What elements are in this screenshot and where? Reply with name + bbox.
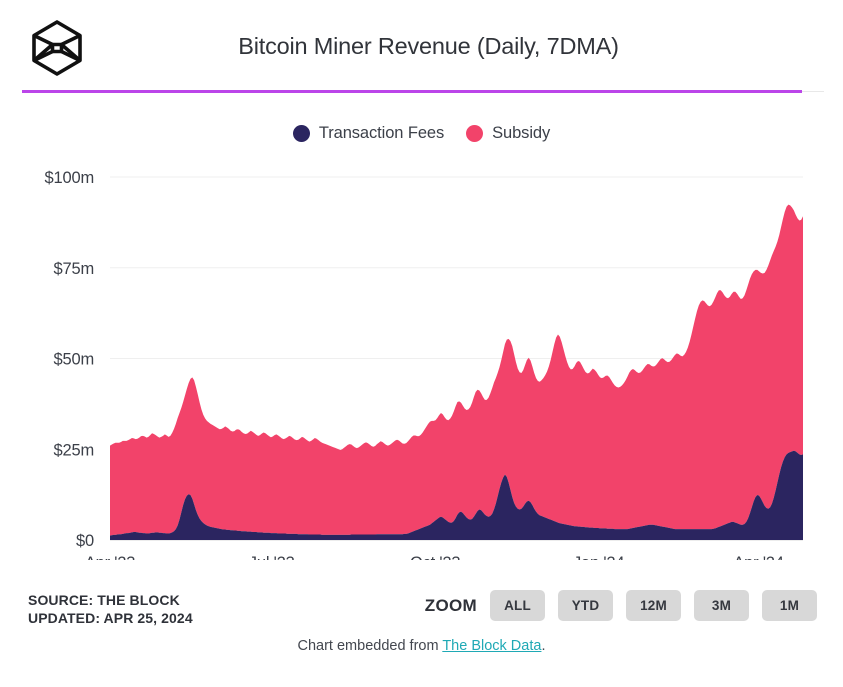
x-axis-tick-label: Oct '23 xyxy=(410,554,460,560)
zoom-button-12m[interactable]: 12M xyxy=(626,590,681,621)
x-axis-tick-label: Jan '24 xyxy=(573,554,624,560)
chart-plot-area[interactable]: $0 $25m $50m $75m $100m Apr '23 Jul '23 Oct '23… xyxy=(0,160,843,560)
zoom-button-1m[interactable]: 1M xyxy=(762,590,817,621)
updated-line: UPDATED: APR 25, 2024 xyxy=(28,609,193,626)
source-line: SOURCE: THE BLOCK xyxy=(28,592,180,608)
legend-dot-icon xyxy=(292,125,310,142)
y-axis-tick-label: $0 xyxy=(76,532,94,550)
x-axis-tick-label: Apr '24 xyxy=(733,554,783,560)
header-divider-tail xyxy=(802,91,824,92)
header-divider xyxy=(22,90,802,93)
area-series-subsidy xyxy=(110,204,803,536)
chart-footer: SOURCE: THE BLOCK UPDATED: APR 25, 2024 … xyxy=(0,588,843,644)
y-axis-tick-label: $50m xyxy=(54,351,94,369)
y-axis-tick-label: $75m xyxy=(54,260,94,278)
embed-suffix: . xyxy=(541,638,546,654)
zoom-label: ZOOM xyxy=(424,595,477,615)
page-title: Bitcoin Miner Revenue (Daily, 7DMA) xyxy=(238,32,619,59)
embed-attribution: Chart embedded from The Block Data. xyxy=(0,638,843,654)
zoom-controls: ZOOM ALL YTD 12M 3M 1M xyxy=(425,590,817,621)
legend-item-transaction-fees[interactable]: Transaction Fees xyxy=(292,124,445,143)
legend-dot-icon xyxy=(466,125,484,142)
x-axis-tick-label: Apr '23 xyxy=(85,554,135,560)
the-block-data-link[interactable]: The Block Data xyxy=(442,638,541,654)
legend-item-subsidy[interactable]: Subsidy xyxy=(466,124,550,143)
y-axis-tick-label: $25m xyxy=(54,441,94,459)
zoom-button-all[interactable]: ALL xyxy=(490,590,545,621)
stacked-area-chart[interactable]: $0 $25m $50m $75m $100m Apr '23 Jul '23 Oct '23… xyxy=(0,160,843,560)
y-axis-tick-label: $100m xyxy=(45,169,94,187)
x-axis-tick-label: Jul '23 xyxy=(249,554,295,560)
legend-label: Subsidy xyxy=(492,124,551,142)
the-block-hexagon-logo-icon xyxy=(28,19,86,77)
chart-header: Bitcoin Miner Revenue (Daily, 7DMA) xyxy=(0,0,843,86)
embed-prefix: Chart embedded from xyxy=(297,638,443,654)
legend-label: Transaction Fees xyxy=(318,124,445,142)
source-info: SOURCE: THE BLOCK UPDATED: APR 25, 2024 xyxy=(28,592,193,627)
zoom-button-3m[interactable]: 3M xyxy=(694,590,749,621)
chart-widget: Bitcoin Miner Revenue (Daily, 7DMA) Tran… xyxy=(0,0,843,687)
zoom-button-ytd[interactable]: YTD xyxy=(558,590,613,621)
chart-legend: Transaction Fees Subsidy xyxy=(0,124,843,143)
